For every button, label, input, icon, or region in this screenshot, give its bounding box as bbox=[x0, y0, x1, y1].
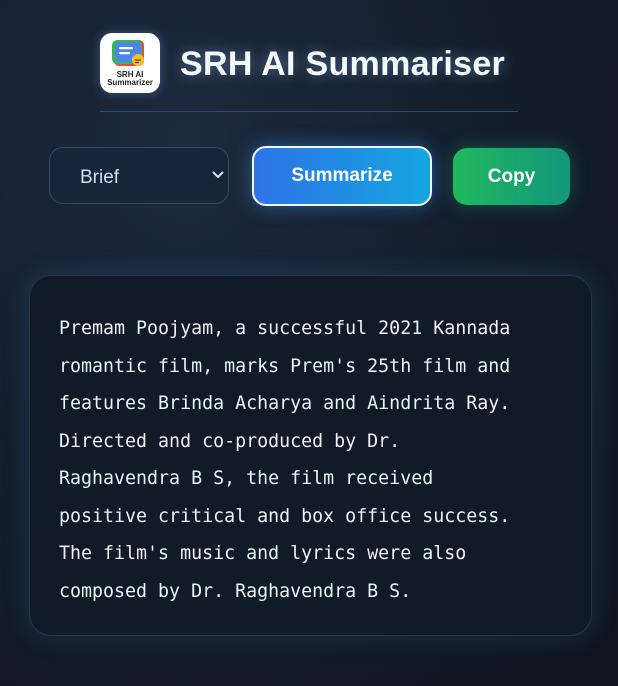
app-logo: SRH AI Summarizer bbox=[100, 33, 160, 93]
copy-button[interactable]: Copy bbox=[453, 148, 570, 205]
chat-bubble-icon bbox=[112, 40, 144, 66]
page-title: SRH AI Summariser bbox=[180, 45, 506, 83]
summarize-button[interactable]: Summarize bbox=[252, 146, 432, 206]
summary-length-select[interactable]: Brief bbox=[49, 147, 229, 204]
logo-text: SRH AI Summarizer bbox=[100, 71, 160, 87]
summary-output-panel: Premam Poojyam, a successful 2021 Kannad… bbox=[29, 275, 592, 636]
select-value: Brief bbox=[80, 167, 120, 188]
app-header: SRH AI Summarizer SRH AI Summariser bbox=[100, 33, 518, 112]
logo-text-line2: Summarizer bbox=[107, 78, 153, 87]
summary-text: Premam Poojyam, a successful 2021 Kannad… bbox=[59, 318, 511, 602]
chevron-down-icon bbox=[212, 171, 224, 178]
